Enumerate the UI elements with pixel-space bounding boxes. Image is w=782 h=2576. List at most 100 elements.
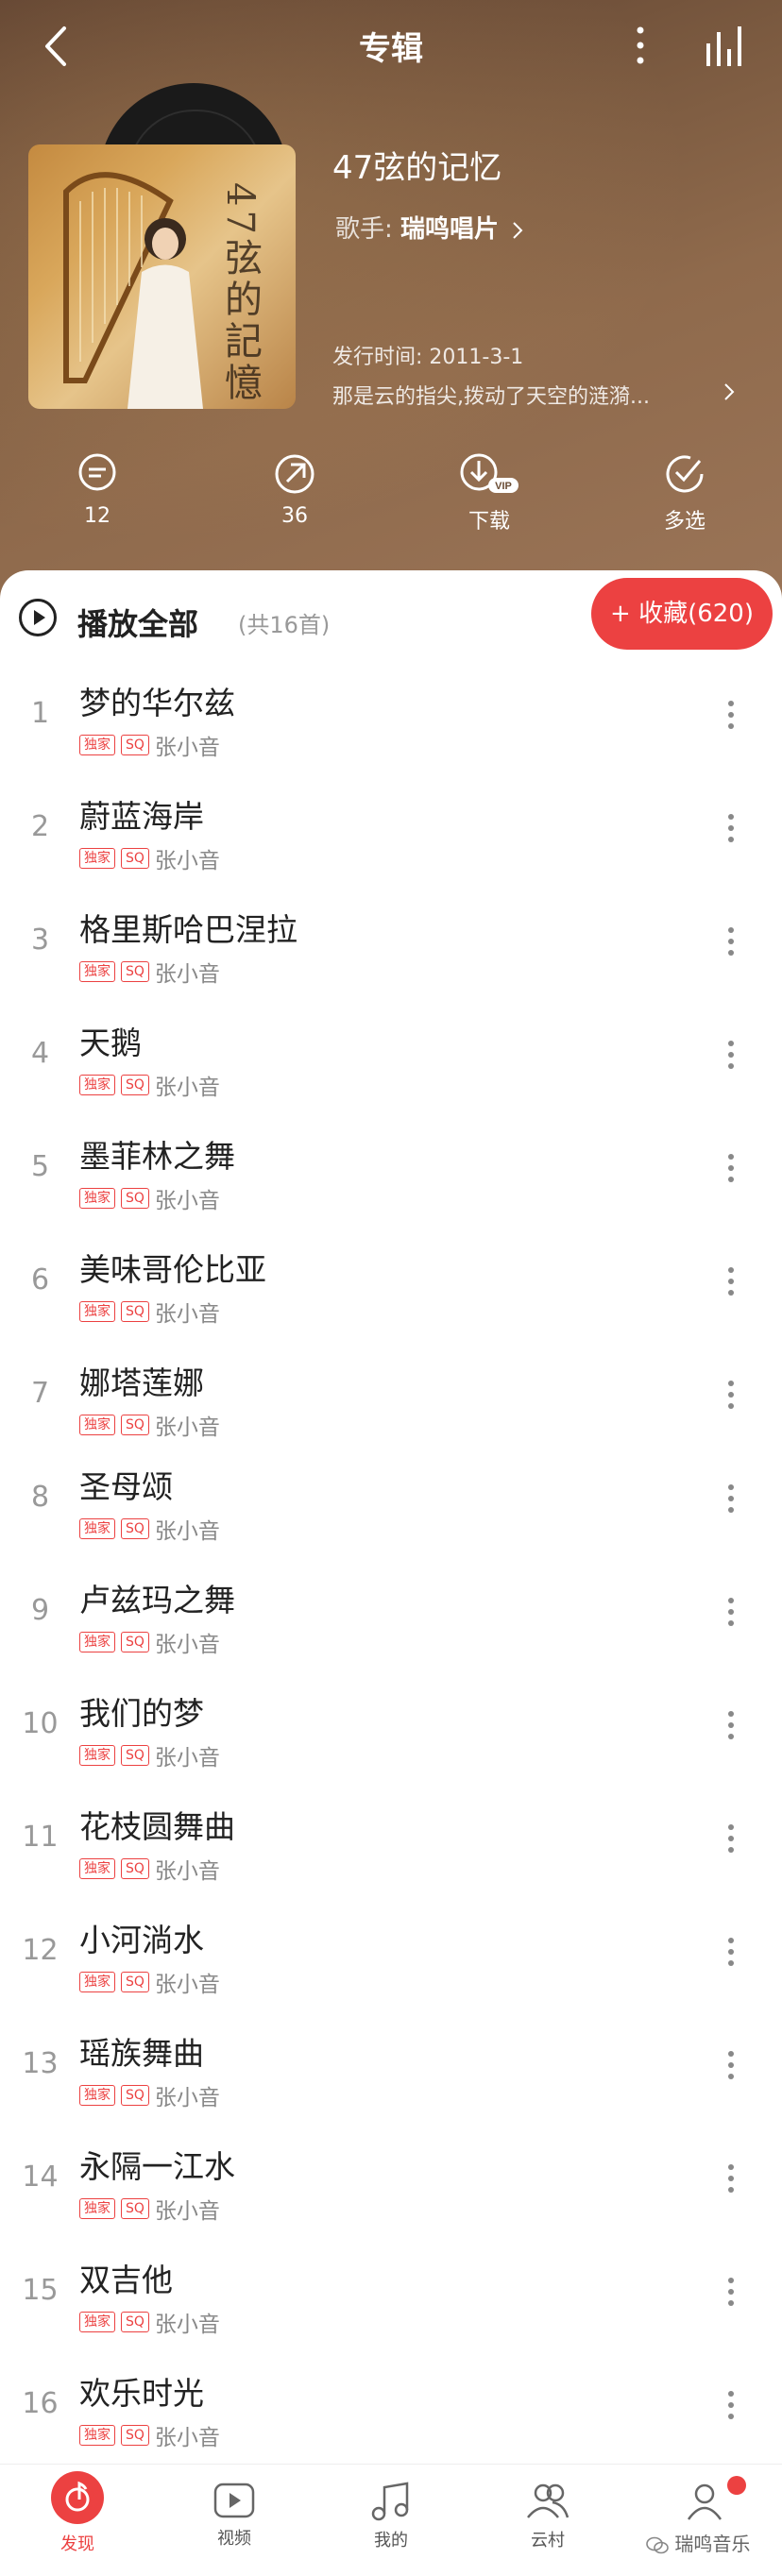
sq-tag: SQ <box>121 735 149 755</box>
tab-mine-label: 我的 <box>374 2531 408 2551</box>
song-more-icon[interactable] <box>722 1263 740 1305</box>
page-title: 专辑 <box>359 30 423 68</box>
song-more-icon[interactable] <box>722 2387 740 2429</box>
exclusive-tag: 独家 <box>79 1632 115 1652</box>
song-row[interactable]: 14 永隔一江水 独家 SQ 张小音 <box>0 2125 782 2238</box>
album-description[interactable]: 那是云的指尖,拨动了天空的涟漪... <box>332 380 767 410</box>
tab-video-label: 视频 <box>217 2529 251 2549</box>
song-title: 蔚蓝海岸 <box>79 798 204 835</box>
comment-button[interactable]: 12 <box>41 451 154 528</box>
song-row[interactable]: 8 圣母颂 独家 SQ 张小音 <box>0 1445 782 1558</box>
song-title: 欢乐时光 <box>79 2375 204 2412</box>
song-singer: 张小音 <box>154 1519 220 1544</box>
song-more-icon[interactable] <box>722 697 740 738</box>
now-playing-icon[interactable] <box>704 23 751 70</box>
song-row[interactable]: 11 花枝圆舞曲 独家 SQ 张小音 <box>0 1785 782 1898</box>
back-icon[interactable] <box>38 23 76 70</box>
song-row[interactable]: 1 梦的华尔兹 独家 SQ 张小音 <box>0 661 782 774</box>
song-meta: 独家 SQ 张小音 <box>79 1182 220 1213</box>
exclusive-tag: 独家 <box>79 1972 115 1992</box>
bottom-tab-bar: 发现 视频 我的 云村 账号 <box>0 2464 782 2576</box>
album-cover[interactable]: 47弦的記憶 <box>28 83 321 414</box>
tab-mine[interactable]: 我的 <box>344 2465 438 2551</box>
exclusive-tag: 独家 <box>79 2425 115 2446</box>
song-more-icon[interactable] <box>722 1037 740 1078</box>
track-number: 2 <box>30 810 50 843</box>
comment-icon <box>78 453 116 491</box>
song-singer: 张小音 <box>154 2086 220 2110</box>
song-meta: 独家 SQ 张小音 <box>79 1966 220 1997</box>
song-row[interactable]: 13 瑶族舞曲 独家 SQ 张小音 <box>0 2011 782 2125</box>
song-row[interactable]: 2 蔚蓝海岸独家 SQ 张小音 <box>0 774 782 888</box>
song-row[interactable]: 5 墨菲林之舞 独家 SQ 张小音 <box>0 1114 782 1228</box>
download-vip-icon: VIP <box>460 453 518 493</box>
song-meta: 独家 SQ 张小音 <box>79 2193 220 2224</box>
exclusive-tag: 独家 <box>79 1301 115 1322</box>
song-more-icon[interactable] <box>722 1934 740 1975</box>
song-more-icon[interactable] <box>722 1481 740 1522</box>
song-meta: 独家 SQ 张小音 <box>79 2079 220 2110</box>
discover-icon <box>51 2471 104 2524</box>
tab-discover[interactable]: 发现 <box>30 2465 125 2555</box>
play-all-label: 播放全部 <box>77 606 199 642</box>
song-meta: 独家 SQ 张小音 <box>79 1069 220 1100</box>
song-singer: 张小音 <box>154 2313 220 2337</box>
song-more-icon[interactable] <box>722 1821 740 1862</box>
song-meta: 独家 SQ 张小音 <box>79 956 220 987</box>
multi-select-icon <box>666 455 704 493</box>
track-number: 4 <box>30 1037 50 1070</box>
tab-community[interactable]: 云村 <box>501 2465 595 2551</box>
sq-tag: SQ <box>121 1075 149 1095</box>
song-row[interactable]: 7 娜塔莲娜 独家 SQ 张小音 <box>0 1341 782 1454</box>
exclusive-tag: 独家 <box>79 2085 115 2106</box>
chevron-right-icon <box>513 221 523 239</box>
song-list-panel: 播放全部 (共16首) + 收藏(620) 1 梦的华尔兹 独家 SQ 张小音 2 蔚蓝海岸… <box>0 570 782 2464</box>
download-button[interactable]: VIP 下载 <box>433 451 546 534</box>
track-number: 5 <box>30 1150 50 1183</box>
share-button[interactable]: 36 <box>238 451 351 528</box>
multi-select-button[interactable]: 多选 <box>628 451 741 534</box>
collect-button[interactable]: + 收藏(620) <box>591 578 773 650</box>
more-vertical-icon[interactable] <box>623 21 657 70</box>
song-meta: 独家 SQ 张小音 <box>79 1296 220 1327</box>
song-more-icon[interactable] <box>722 1150 740 1192</box>
song-row[interactable]: 3 格里斯哈巴涅拉 独家 SQ 张小音 <box>0 888 782 1001</box>
song-more-icon[interactable] <box>722 1594 740 1635</box>
song-more-icon[interactable] <box>722 2274 740 2315</box>
track-number: 14 <box>22 2161 59 2194</box>
song-row[interactable]: 15 双吉他 独家 SQ 张小音 <box>0 2238 782 2351</box>
tab-video[interactable]: 视频 <box>187 2465 281 2550</box>
song-row[interactable]: 12 小河淌水 独家 SQ 张小音 <box>0 1898 782 2011</box>
album-description-text: 那是云的指尖,拨动了天空的涟漪... <box>332 385 650 409</box>
song-title: 娜塔莲娜 <box>79 1364 204 1401</box>
artist-link[interactable]: 歌手: 瑞鸣唱片 <box>335 210 525 245</box>
sq-tag: SQ <box>121 2198 149 2219</box>
song-singer: 张小音 <box>154 736 220 760</box>
exclusive-tag: 独家 <box>79 1075 115 1095</box>
song-row[interactable]: 4 天鹅 独家 SQ 张小音 <box>0 1001 782 1114</box>
sq-tag: SQ <box>121 1632 149 1652</box>
song-count: (共16首) <box>238 612 331 638</box>
song-title: 美味哥伦比亚 <box>79 1251 266 1288</box>
song-row[interactable]: 10 我们的梦 独家 SQ 张小音 <box>0 1671 782 1785</box>
song-more-icon[interactable] <box>722 1707 740 1749</box>
sq-tag: SQ <box>121 1188 149 1209</box>
song-row[interactable]: 6 美味哥伦比亚 独家 SQ 张小音 <box>0 1228 782 1341</box>
sq-tag: SQ <box>121 1518 149 1539</box>
track-number: 8 <box>30 1481 50 1514</box>
share-count: 36 <box>281 504 308 528</box>
song-more-icon[interactable] <box>722 924 740 965</box>
sq-tag: SQ <box>121 848 149 869</box>
song-row[interactable]: 9 卢兹玛之舞 独家 SQ 张小音 <box>0 1558 782 1671</box>
song-more-icon[interactable] <box>722 2161 740 2202</box>
song-meta: 独家 SQ 张小音 <box>79 842 220 873</box>
song-more-icon[interactable] <box>722 2047 740 2089</box>
song-row[interactable]: 16 欢乐时光 独家 SQ 张小音 <box>0 2351 782 2465</box>
exclusive-tag: 独家 <box>79 1745 115 1766</box>
song-meta: 独家 SQ 张小音 <box>79 1853 220 1884</box>
song-more-icon[interactable] <box>722 1377 740 1418</box>
play-circle-icon <box>19 599 57 636</box>
wechat-icon <box>646 2536 669 2553</box>
tab-discover-label: 发现 <box>60 2534 94 2554</box>
song-more-icon[interactable] <box>722 810 740 852</box>
